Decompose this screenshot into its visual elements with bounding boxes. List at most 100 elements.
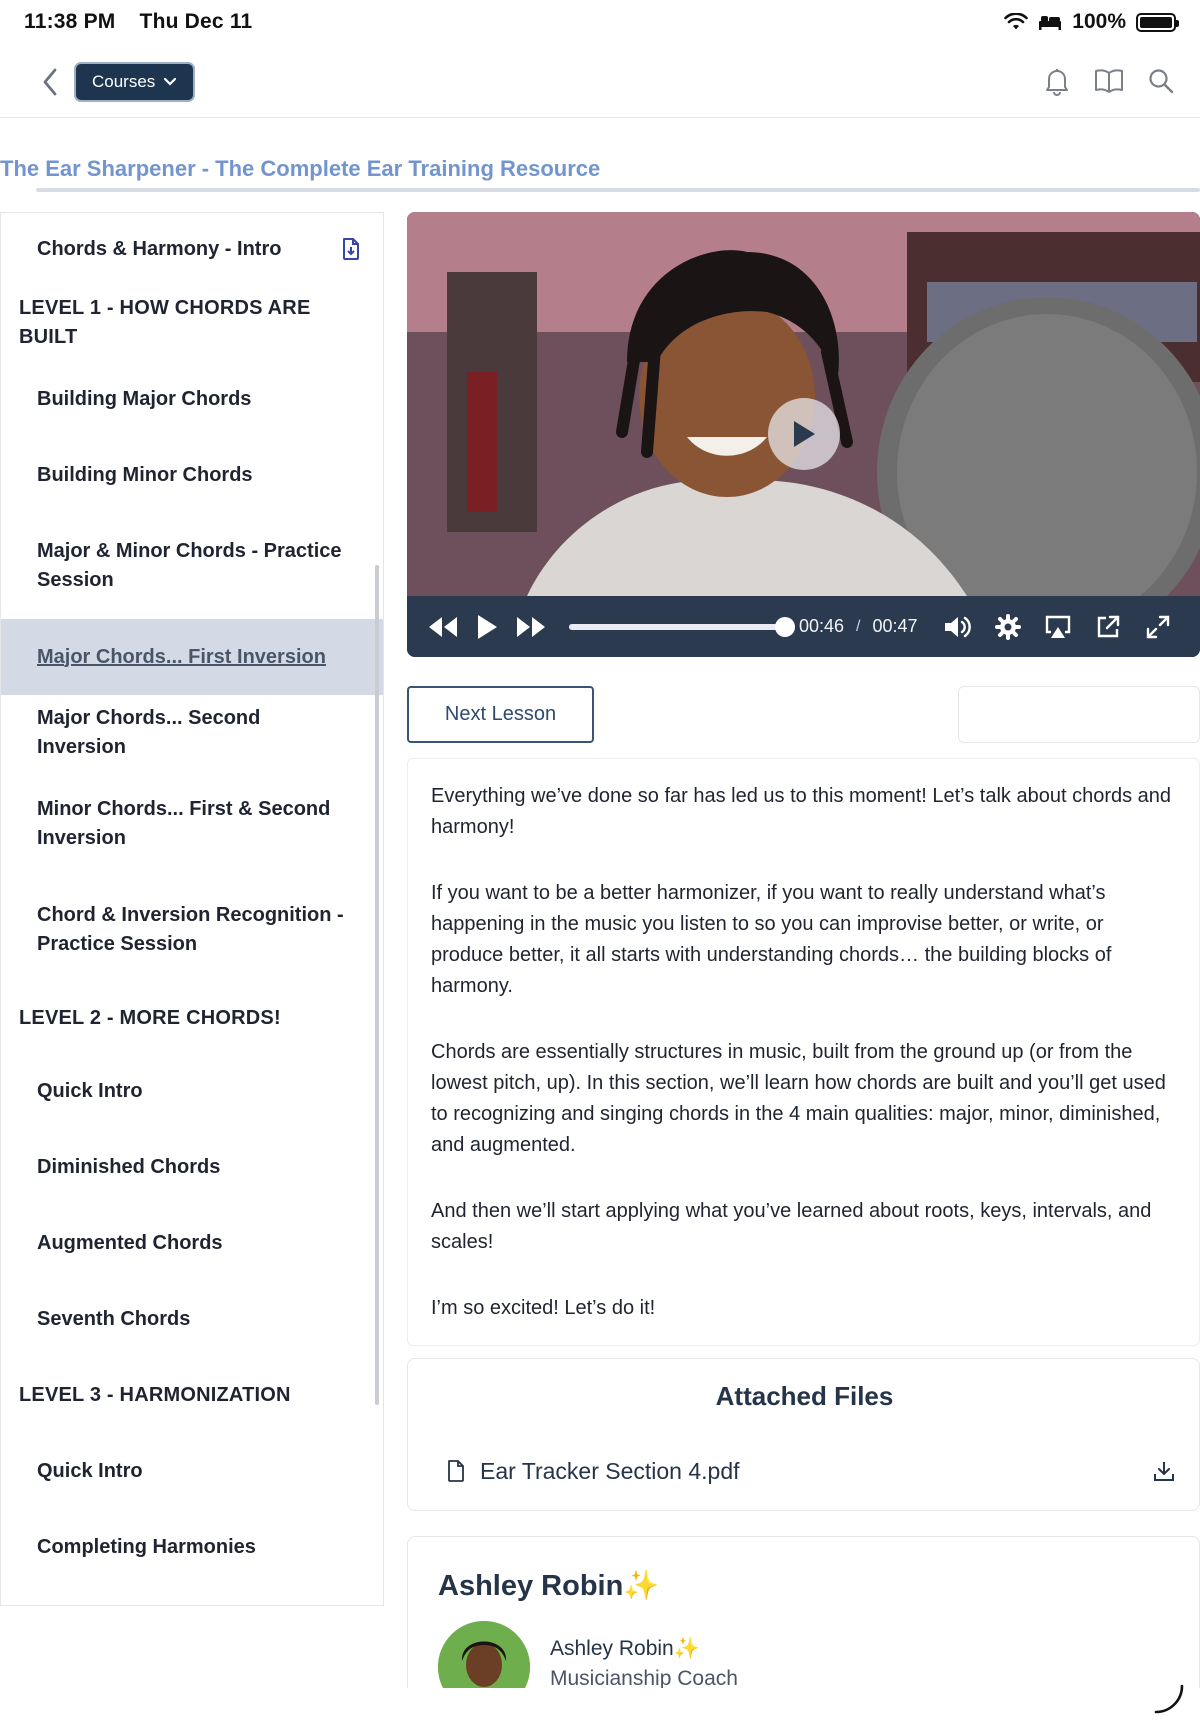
play-icon <box>794 421 815 447</box>
course-title[interactable]: The Ear Sharpener - The Complete Ear Tra… <box>0 156 600 182</box>
file-name[interactable]: Ear Tracker Section 4.pdf <box>480 1458 740 1485</box>
description-paragraph: Chords are essentially structures in mus… <box>431 1041 1166 1156</box>
sparkle-icon: ✨ <box>623 1570 660 1602</box>
instructor-heading: Ashley Robin✨ <box>438 1569 659 1603</box>
status-time: 11:38 PM <box>24 10 116 33</box>
title-divider <box>36 188 1200 192</box>
sidebar-item-building-major-chords[interactable]: Building Major Chords <box>1 361 383 437</box>
sidebar-item-label: Major Chords... Second Inversion <box>37 707 261 758</box>
description-paragraph: I’m so excited! Let’s do it! <box>431 1297 656 1319</box>
sidebar-level-2: LEVEL 2 - MORE CHORDS! <box>1 983 383 1053</box>
instructor-heading-name: Ashley Robin <box>438 1570 624 1602</box>
sidebar-item-quick-intro-2[interactable]: Quick Intro <box>1 1053 383 1129</box>
sidebar-item-label: Building Major Chords <box>37 387 252 410</box>
video-progress-fill <box>569 623 785 630</box>
duration: 00:47 <box>872 616 918 636</box>
sidebar-item-major-first-inversion[interactable]: Major Chords... First Inversion <box>1 619 383 695</box>
courses-label: Courses <box>92 72 156 91</box>
sidebar-item-label: Major & Minor Chords - Practice Session <box>37 540 342 591</box>
sidebar-level-3: LEVEL 3 - HARMONIZATION <box>1 1357 383 1433</box>
sidebar-item-completing-harmonies[interactable]: Completing Harmonies <box>1 1509 383 1585</box>
chevron-left-icon <box>43 68 57 96</box>
empty-action-box <box>958 686 1200 743</box>
airplay-button[interactable] <box>1036 605 1080 649</box>
description-paragraph: And then we’ll start applying what you’v… <box>431 1200 1152 1253</box>
sidebar-item-label: Major Chords... First Inversion <box>37 645 326 668</box>
instructor-name-text: Ashley Robin <box>550 1637 674 1660</box>
play-icon <box>478 614 497 639</box>
video-progress-bar[interactable] <box>569 616 795 637</box>
description-paragraph: If you want to be a better harmonizer, i… <box>431 882 1112 997</box>
sidebar-item-inversion-recognition-practice[interactable]: Chord & Inversion Recognition - Practice… <box>1 877 383 983</box>
sidebar-item-label: Quick Intro <box>37 1459 143 1482</box>
sidebar-item-chords-harmony-intro[interactable]: Chords & Harmony - Intro <box>1 213 383 285</box>
gear-icon <box>994 613 1021 640</box>
sidebar-item-label: Building Minor Chords <box>37 463 253 486</box>
current-time: 00:46 <box>799 616 845 636</box>
battery-percent: 100% <box>1072 10 1126 33</box>
instructor-name: Ashley Robin✨ <box>550 1637 700 1661</box>
sidebar-level-label: LEVEL 1 - HOW CHORDS ARE BUILT <box>19 297 311 348</box>
external-link-icon <box>1097 615 1119 637</box>
status-indicators: 100% <box>1004 10 1179 34</box>
sidebar-item-label: Diminished Chords <box>37 1155 221 1178</box>
sidebar-item-seventh-chords[interactable]: Seventh Chords <box>1 1281 383 1357</box>
play-button[interactable] <box>465 605 509 649</box>
sidebar-item-minor-inversions[interactable]: Minor Chords... First & Second Inversion <box>1 771 383 877</box>
sidebar-item-major-minor-practice[interactable]: Major & Minor Chords - Practice Session <box>1 513 383 619</box>
book-open-icon <box>1095 69 1123 93</box>
volume-button[interactable] <box>936 605 980 649</box>
play-overlay-button[interactable] <box>768 398 840 470</box>
sidebar-item-building-minor-chords[interactable]: Building Minor Chords <box>1 437 383 513</box>
courses-dropdown[interactable]: Courses <box>74 62 196 102</box>
top-nav: Courses <box>0 56 1200 118</box>
status-date: Thu Dec 11 <box>139 10 253 33</box>
sidebar-item-label: Chord & Inversion Recognition - Practice… <box>37 904 344 955</box>
bed-icon <box>1039 16 1062 30</box>
lesson-description: Everything we’ve done so far has led us … <box>407 758 1200 1346</box>
video-player[interactable]: 00:46 / 00:47 <box>407 212 1200 657</box>
file-item[interactable]: Ear Tracker Section 4.pdf <box>446 1451 1176 1491</box>
next-lesson-button[interactable]: Next Lesson <box>407 686 594 743</box>
volume-icon <box>944 616 971 637</box>
airplay-icon <box>1045 615 1070 638</box>
video-controls: 00:46 / 00:47 <box>407 596 1200 657</box>
popout-button[interactable] <box>1086 605 1130 649</box>
sidebar-item-label: Completing Harmonies <box>37 1535 256 1558</box>
sidebar-item-label: Augmented Chords <box>37 1231 223 1254</box>
sidebar-item-major-second-inversion[interactable]: Major Chords... Second Inversion <box>1 695 383 771</box>
loading-spinner-icon <box>1154 1684 1184 1714</box>
wifi-icon <box>1004 13 1029 30</box>
download-icon[interactable] <box>1152 1459 1176 1483</box>
sidebar-item-label: Quick Intro <box>37 1079 143 1102</box>
time-separator: / <box>856 617 861 635</box>
back-button[interactable] <box>36 64 64 100</box>
video-scrubber-knob[interactable] <box>774 616 795 637</box>
status-clock: 11:38 PM Thu Dec 11 <box>24 10 252 34</box>
sidebar-scrollbar[interactable] <box>375 565 379 1405</box>
fast-forward-icon <box>517 616 545 637</box>
rewind-button[interactable] <box>421 605 465 649</box>
description-paragraph: Everything we’ve done so far has led us … <box>431 785 1172 838</box>
fullscreen-button[interactable] <box>1136 605 1180 649</box>
document-download-icon[interactable] <box>341 237 361 261</box>
bell-icon <box>1046 69 1068 96</box>
nav-actions <box>1042 64 1176 98</box>
battery-icon <box>1136 12 1179 32</box>
library-button[interactable] <box>1094 64 1124 98</box>
chevron-down-icon <box>164 77 177 86</box>
viewport-bottom <box>0 1688 1200 1726</box>
search-button[interactable] <box>1146 64 1176 98</box>
sidebar-item-quick-intro-3[interactable]: Quick Intro <box>1 1433 383 1509</box>
fullscreen-icon <box>1146 615 1169 638</box>
notifications-button[interactable] <box>1042 64 1072 98</box>
status-bar: 11:38 PM Thu Dec 11 100% <box>0 0 1200 46</box>
sidebar-item-diminished-chords[interactable]: Diminished Chords <box>1 1129 383 1205</box>
settings-button[interactable] <box>986 605 1030 649</box>
sidebar-item-augmented-chords[interactable]: Augmented Chords <box>1 1205 383 1281</box>
sparkle-icon: ✨ <box>673 1637 700 1660</box>
fast-forward-button[interactable] <box>509 605 553 649</box>
attached-files: Attached Files Ear Tracker Section 4.pdf <box>407 1358 1200 1511</box>
sidebar-level-label: LEVEL 3 - HARMONIZATION <box>19 1383 291 1406</box>
sidebar-item-label: Seventh Chords <box>37 1307 191 1330</box>
